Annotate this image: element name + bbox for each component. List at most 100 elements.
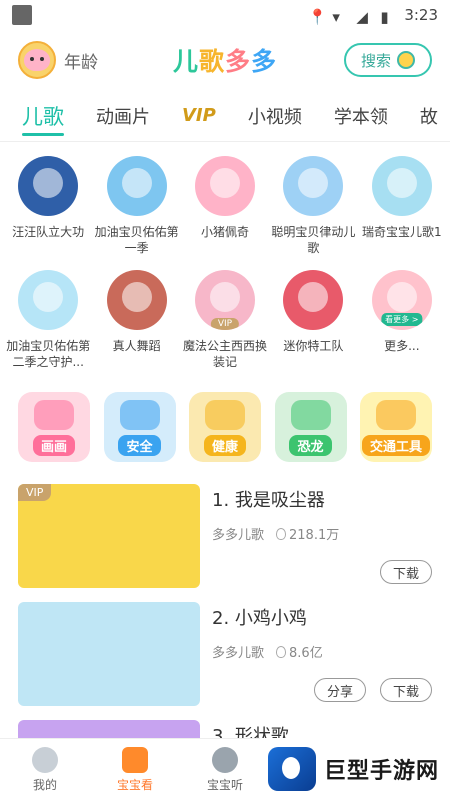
character-label: 加油宝贝佑佑第二季之守护... (6, 339, 91, 369)
signal-icon: ◢ (356, 8, 368, 26)
character-item[interactable]: 加油宝贝佑佑第一季 (92, 156, 180, 256)
character-tag: VIP (210, 318, 240, 330)
character-grid: 汪汪队立大功 加油宝贝佑佑第一季 小猪佩奇 聪明宝贝律动儿歌 瑞奇宝宝儿歌1 加油宝贝佑佑… (0, 142, 450, 370)
song-meta: 多多儿歌 218.1万 (212, 524, 432, 543)
character-label: 更多... (384, 339, 420, 353)
tab-1[interactable]: 动画片 (96, 90, 150, 141)
character-item[interactable]: 汪汪队立大功 (4, 156, 92, 256)
play-count-value: 8.6亿 (289, 646, 323, 661)
song-info: 2. 小鸡小鸡多多儿歌 8.6亿分享 下载 (212, 602, 432, 706)
category-card[interactable]: 画画 (18, 392, 90, 462)
category-card[interactable]: 健康 (189, 392, 261, 462)
character-item[interactable]: 聪明宝贝律动儿歌 (269, 156, 357, 256)
character-face-icon (33, 168, 64, 198)
pig-face-icon (24, 49, 50, 71)
character-label: 小猪佩奇 (200, 225, 249, 239)
profile-icon (32, 746, 58, 773)
character-item[interactable]: 真人舞蹈 (92, 270, 180, 370)
character-face-icon (121, 282, 152, 312)
category-card[interactable]: 交通工具 (360, 392, 432, 462)
song-row[interactable]: VIP 1. 我是吸尘器 多多儿歌 218.1万 下载 (18, 484, 432, 588)
character-face-icon (209, 168, 240, 198)
song-thumbnail[interactable] (18, 602, 200, 706)
tab-5[interactable]: 故 (420, 90, 438, 141)
character-label: 聪明宝贝律动儿歌 (271, 225, 356, 255)
headphones-icon (212, 746, 238, 773)
tab-3[interactable]: 小视频 (248, 90, 302, 141)
app-header: 年龄 儿歌多多 搜索 (0, 30, 450, 90)
nav-item-2[interactable]: 宝宝听 (180, 746, 270, 793)
song-artist: 多多儿歌 (212, 528, 265, 543)
age-selector[interactable]: 年龄 (64, 48, 98, 73)
category-label: 安全 (118, 435, 161, 456)
character-thumbnail (371, 156, 432, 216)
song-info: 1. 我是吸尘器 多多儿歌 218.1万 下载 (212, 484, 432, 588)
character-item[interactable]: VIP 魔法公主西西换装记 (181, 270, 269, 370)
character-face-icon (209, 282, 240, 312)
wifi-icon: ▾ (332, 8, 340, 26)
character-face-icon (298, 282, 329, 312)
nav-item-1[interactable]: 宝宝看 (90, 746, 180, 793)
song-thumbnail[interactable]: VIP (18, 484, 200, 588)
download-button[interactable]: 下载 (379, 560, 432, 584)
theme-categories: 画画 安全 健康 恐龙 交通工具 (0, 382, 450, 462)
category-illustration-icon (34, 400, 74, 430)
category-illustration-icon (376, 400, 416, 430)
flame-icon (276, 645, 287, 658)
character-face-icon (298, 168, 329, 198)
song-title: 2. 小鸡小鸡 (212, 608, 307, 629)
song-list: VIP 1. 我是吸尘器 多多儿歌 218.1万 下载 2. 小鸡小鸡 多多儿歌 8.6亿 分享… (0, 462, 450, 746)
character-thumbnail: 看更多 > (371, 270, 432, 330)
search-button[interactable]: 搜索 (344, 43, 432, 77)
category-illustration-icon (290, 400, 331, 430)
nav-item-0[interactable]: 我的 (0, 746, 90, 793)
song-meta: 多多儿歌 8.6亿 (212, 642, 432, 661)
notification-icon (12, 5, 32, 25)
character-label: 魔法公主西西换装记 (182, 339, 267, 369)
character-item[interactable]: 迷你特工队 (269, 270, 357, 370)
tab-0[interactable]: 儿歌 (22, 90, 64, 141)
character-thumbnail (18, 156, 79, 216)
character-item[interactable]: 小猪佩奇 (181, 156, 269, 256)
avatar[interactable] (18, 41, 56, 79)
character-label: 加油宝贝佑佑第一季 (94, 225, 179, 255)
search-icon (397, 51, 415, 69)
status-bar: 📍 ▾ ◢ ▮ 3:23 (0, 0, 450, 30)
character-thumbnail (106, 270, 167, 330)
character-label: 瑞奇宝宝儿歌1 (361, 225, 442, 239)
status-time: 3:23 (404, 6, 438, 24)
character-thumbnail (283, 270, 344, 330)
character-item[interactable]: 看更多 > 更多... (358, 270, 446, 370)
play-count-value: 218.1万 (289, 528, 340, 543)
watermark: 巨型手游网 (260, 738, 450, 800)
download-button[interactable]: 下载 (379, 678, 432, 702)
watermark-logo-icon (268, 747, 316, 791)
share-button[interactable]: 分享 (313, 678, 366, 702)
character-label: 真人舞蹈 (112, 339, 161, 353)
category-label: 画画 (32, 435, 75, 456)
character-thumbnail (283, 156, 344, 216)
character-thumbnail (18, 270, 79, 330)
category-label: 交通工具 (361, 435, 430, 456)
song-row[interactable]: 2. 小鸡小鸡多多儿歌 8.6亿分享 下载 (18, 602, 432, 706)
category-illustration-icon (205, 400, 245, 430)
character-item[interactable]: 加油宝贝佑佑第二季之守护... (4, 270, 92, 370)
vip-badge: VIP (18, 484, 52, 501)
character-face-icon (121, 168, 152, 198)
song-artist: 多多儿歌 (212, 646, 265, 661)
character-tag: 看更多 > (381, 313, 423, 326)
tab-2[interactable]: VIP (182, 90, 216, 141)
character-thumbnail (194, 156, 255, 216)
location-icon: 📍 (308, 8, 327, 26)
category-card[interactable]: 恐龙 (274, 392, 347, 462)
song-actions: 分享 下载 (313, 678, 432, 702)
character-thumbnail (106, 156, 167, 216)
play-count: 8.6亿 (276, 642, 323, 661)
app-logo: 儿歌多多 (172, 47, 278, 76)
song-actions: 下载 (379, 560, 432, 584)
play-count: 218.1万 (276, 524, 339, 543)
character-label: 迷你特工队 (283, 339, 344, 353)
category-card[interactable]: 安全 (103, 392, 176, 462)
character-item[interactable]: 瑞奇宝宝儿歌1 (358, 156, 446, 256)
tab-4[interactable]: 学本领 (334, 90, 388, 141)
